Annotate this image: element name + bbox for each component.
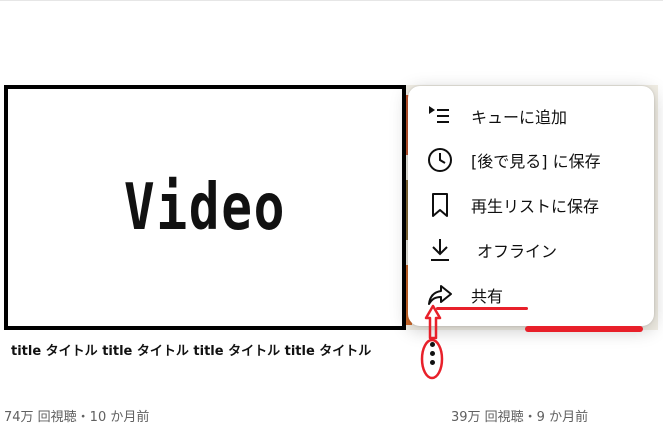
annotation-bar bbox=[525, 326, 643, 332]
thumbnail-text: Video bbox=[123, 170, 287, 245]
clock-icon bbox=[428, 148, 452, 172]
vertical-ellipsis-icon bbox=[430, 351, 435, 356]
more-actions-button[interactable] bbox=[418, 336, 446, 378]
add-to-queue-icon bbox=[429, 106, 449, 123]
menu-item-watch-later[interactable]: [後で見る] に保存 bbox=[408, 138, 654, 182]
menu-item-label: 再生リストに保存 bbox=[471, 197, 600, 216]
video-meta: 74万 回視聴・10 か月前 bbox=[4, 410, 150, 425]
menu-item-label: 共有 bbox=[471, 287, 504, 306]
context-menu: キューに追加 [後で見る] に保存 再生リストに保存 オフライン 共有 bbox=[408, 86, 654, 326]
menu-item-add-to-queue[interactable]: キューに追加 bbox=[408, 94, 654, 138]
download-icon bbox=[431, 239, 449, 261]
menu-item-save-to-playlist[interactable]: 再生リストに保存 bbox=[408, 183, 654, 227]
menu-item-offline[interactable]: オフライン bbox=[408, 228, 654, 272]
top-divider bbox=[0, 0, 663, 1]
video-thumbnail[interactable]: Video bbox=[4, 85, 406, 330]
menu-item-label: [後で見る] に保存 bbox=[471, 152, 601, 171]
video-title[interactable]: title タイトル title タイトル title タイトル title タ… bbox=[11, 340, 371, 359]
bookmark-icon bbox=[432, 193, 448, 217]
video-meta-2: 39万 回視聴・9 か月前 bbox=[451, 410, 589, 425]
menu-item-label: オフライン bbox=[477, 242, 558, 261]
annotation-underline bbox=[436, 307, 528, 310]
vertical-ellipsis-icon bbox=[430, 360, 435, 365]
vertical-ellipsis-icon bbox=[430, 342, 435, 347]
menu-item-label: キューに追加 bbox=[471, 108, 568, 127]
